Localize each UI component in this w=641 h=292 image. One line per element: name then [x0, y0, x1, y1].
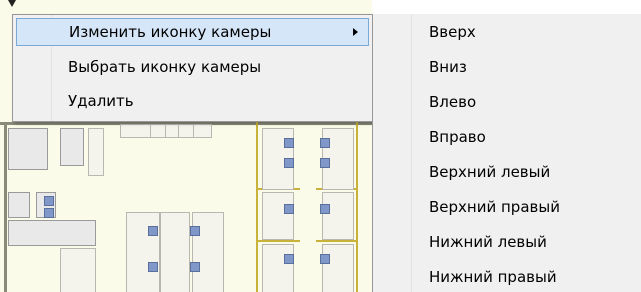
screen: Изменить иконку камеры Выбрать иконку ка… [0, 0, 641, 292]
floor-plan-desk [60, 128, 84, 166]
floor-plan-cubicle [322, 244, 354, 292]
floor-plan-chair [148, 226, 158, 236]
floor-plan-cubicle [160, 212, 190, 292]
context-menu: Изменить иконку камеры Выбрать иконку ка… [12, 14, 373, 122]
submenu-item-down[interactable]: Вниз [429, 55, 467, 79]
submenu-item-label: Вверх [429, 23, 476, 41]
floor-plan-partition [256, 240, 300, 242]
floor-plan-chair [284, 254, 294, 264]
submenu-item-left[interactable]: Влево [429, 90, 476, 114]
floor-plan-cubicle [88, 128, 104, 176]
floor-plan-chair [44, 196, 54, 206]
chevron-right-icon [353, 28, 358, 36]
floor-plan-cubicle [178, 124, 194, 138]
submenu-item-label: Нижний правый [429, 268, 557, 286]
submenu-item-label: Влево [429, 93, 477, 111]
floor-plan-chair [320, 138, 330, 148]
floor-plan-chair [284, 204, 294, 214]
floor-plan-cubicle [192, 212, 224, 292]
menu-item-change-camera-icon[interactable]: Изменить иконку камеры [16, 18, 369, 46]
floor-plan-desk [8, 128, 48, 170]
menu-item-delete[interactable]: Удалить [16, 88, 369, 116]
submenu-camera-direction: Вверх Вниз Влево Вправо Верхний левый Ве… [372, 14, 641, 292]
floor-plan-chair [284, 138, 294, 148]
submenu-item-right[interactable]: Вправо [429, 125, 486, 149]
floor-plan-desk [8, 192, 30, 218]
floor-plan-partition [356, 122, 358, 292]
floor-plan-chair [320, 254, 330, 264]
floor-plan-chair [148, 262, 158, 272]
floor-plan-partition [256, 122, 258, 292]
submenu-item-label: Нижний левый [429, 233, 547, 251]
floor-plan-chair [320, 158, 330, 168]
menu-icon-gutter [373, 14, 412, 292]
floor-plan-cubicle [262, 192, 294, 240]
submenu-item-label: Верхний левый [429, 163, 551, 181]
floor-plan-wall [4, 122, 7, 292]
floor-plan-chair [284, 158, 294, 168]
floor-plan-chair [190, 226, 200, 236]
menu-item-label: Выбрать иконку камеры [68, 58, 262, 76]
submenu-item-bottom-right[interactable]: Нижний правый [429, 265, 557, 289]
floor-plan-cubicle [126, 212, 160, 292]
submenu-item-up[interactable]: Вверх [429, 20, 476, 44]
submenu-item-label: Верхний правый [429, 198, 560, 216]
floor-plan-cubicle [262, 244, 294, 292]
submenu-item-top-left[interactable]: Верхний левый [429, 160, 550, 184]
floor-plan-chair [44, 208, 54, 218]
submenu-item-label: Вправо [429, 128, 486, 146]
submenu-item-bottom-left[interactable]: Нижний левый [429, 230, 547, 254]
floor-plan-partition [316, 240, 356, 242]
floor-plan-desk [8, 220, 96, 246]
floor-plan-cubicle [60, 248, 96, 292]
menu-item-label: Удалить [68, 92, 134, 110]
floor-plan-chair [190, 262, 200, 272]
floor-plan-cubicle [120, 124, 212, 138]
floor-plan-chair [320, 204, 330, 214]
submenu-item-top-right[interactable]: Верхний правый [429, 195, 560, 219]
floor-plan-cubicle [322, 192, 354, 240]
cursor-icon [8, 0, 16, 7]
floor-plan-cubicle [150, 124, 166, 138]
menu-item-select-camera-icon[interactable]: Выбрать иконку камеры [16, 54, 369, 82]
submenu-item-label: Вниз [429, 58, 467, 76]
menu-item-label: Изменить иконку камеры [69, 23, 272, 41]
